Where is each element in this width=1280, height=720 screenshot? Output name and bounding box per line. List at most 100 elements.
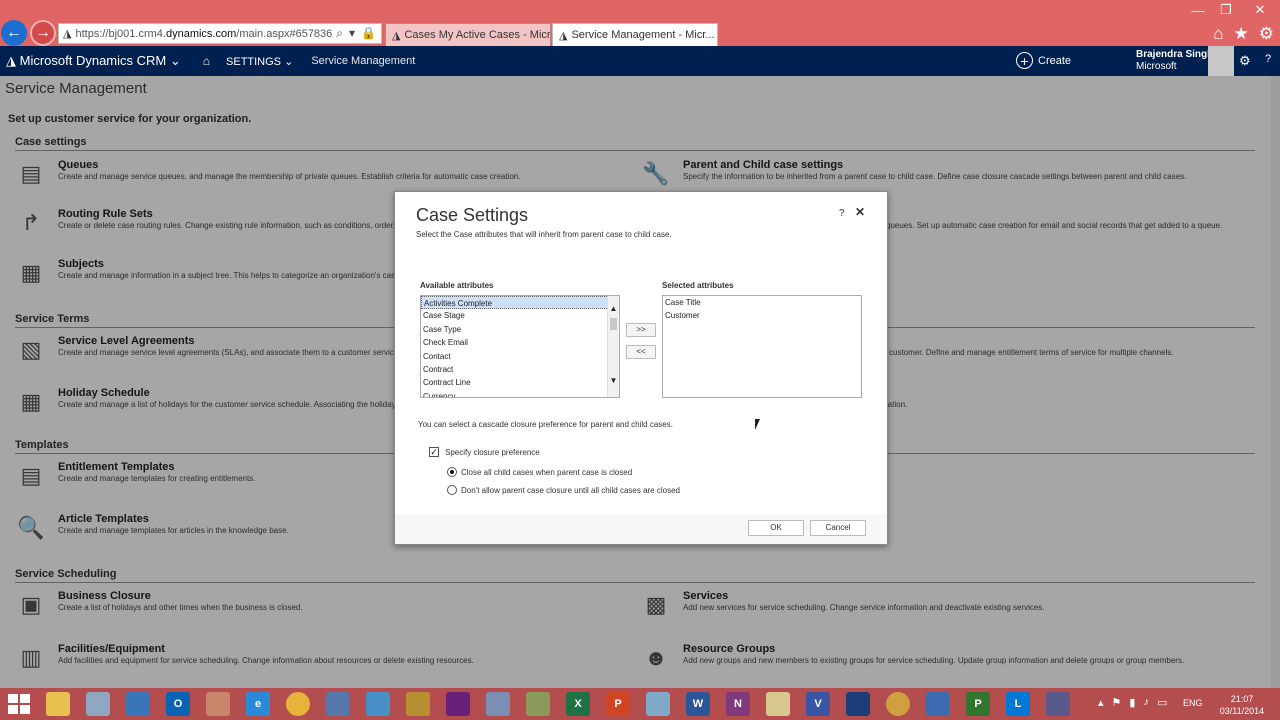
add-attribute-button[interactable]: >> — [626, 323, 656, 337]
clock[interactable]: 21:07 03/11/2014 — [1216, 693, 1268, 717]
back-arrow-icon[interactable]: ← — [1, 20, 27, 46]
list-item[interactable]: Currency — [421, 390, 619, 397]
forward-arrow-icon[interactable]: → — [30, 20, 56, 46]
address-bar[interactable]: ◮ https://bj001.crm4.dynamics.com/main.a… — [58, 23, 382, 44]
maximize-icon[interactable]: ❐ — [1212, 0, 1240, 20]
security-shield-icon[interactable] — [926, 692, 950, 716]
tab-cases-my-active[interactable]: ◮ Cases My Active Cases - Micros... — [385, 23, 551, 46]
home-icon[interactable]: ⌂ — [203, 54, 210, 68]
specify-closure-checkbox-row[interactable]: ✓ Specify closure preference — [429, 447, 540, 457]
file-explorer-icon[interactable] — [46, 692, 70, 716]
closure-option-dont-allow[interactable]: Don't allow parent case closure until al… — [447, 485, 680, 495]
list-item[interactable]: Contract — [421, 363, 619, 376]
lock-icon[interactable]: 🔒 — [361, 26, 376, 41]
specify-closure-checkbox[interactable]: ✓ — [429, 447, 439, 457]
dialog-title: Case Settings — [416, 205, 529, 225]
dynamics-logo-icon: ◮ — [559, 29, 568, 42]
browser-chrome: ← → ◮ https://bj001.crm4.dynamics.com/ma… — [0, 0, 1280, 46]
onenote-icon[interactable]: N — [726, 692, 750, 716]
ok-button[interactable]: OK — [748, 520, 804, 536]
gear-icon[interactable]: ⚙ — [1239, 53, 1251, 69]
volume-icon[interactable]: ♪ — [1143, 696, 1149, 709]
app-icon[interactable] — [846, 692, 870, 716]
project-icon[interactable]: P — [966, 692, 990, 716]
app-icon[interactable] — [1046, 692, 1070, 716]
outlook-icon[interactable]: O — [166, 692, 190, 716]
scroll-thumb[interactable] — [610, 318, 617, 330]
help-icon[interactable]: ? — [1265, 53, 1271, 65]
windows-start-icon[interactable] — [8, 694, 30, 714]
app-icon[interactable] — [526, 692, 550, 716]
chrome-canary-icon[interactable] — [886, 692, 910, 716]
scroll-up-icon[interactable]: ▲ — [608, 304, 619, 316]
tools-gear-icon[interactable]: ⚙ — [1259, 24, 1274, 44]
chrome-icon[interactable] — [286, 692, 310, 716]
app-icon[interactable] — [486, 692, 510, 716]
list-item[interactable]: Activities Complete — [421, 296, 619, 310]
app-icon[interactable] — [206, 692, 230, 716]
excel-icon[interactable]: X — [566, 692, 590, 716]
app-icon[interactable] — [766, 692, 790, 716]
dropdown-icon[interactable]: ▾ — [349, 26, 355, 41]
word-icon[interactable]: W — [686, 692, 710, 716]
crm-brand-label: Microsoft Dynamics CRM — [19, 53, 167, 68]
list-item[interactable]: Case Stage — [421, 309, 619, 322]
list-item[interactable]: Contact — [421, 350, 619, 363]
crm-brand[interactable]: ◮ Microsoft Dynamics CRM ⌄ — [0, 53, 181, 69]
powerpoint-icon[interactable]: P — [606, 692, 630, 716]
dynamics-logo-icon: ◮ — [6, 53, 20, 68]
list-item[interactable]: Check Email — [421, 336, 619, 349]
crm-nav-bar: ◮ Microsoft Dynamics CRM ⌄ ⌂ SETTINGS ⌄ … — [0, 46, 1280, 76]
url-prefix: https://bj001.crm4. — [75, 27, 166, 40]
network-signal-icon[interactable]: ▮ — [1129, 696, 1135, 709]
dialog-help-icon[interactable]: ? — [839, 208, 845, 219]
radio-label: Don't allow parent case closure until al… — [461, 485, 680, 495]
settings-menu[interactable]: SETTINGS ⌄ — [226, 55, 293, 68]
list-item[interactable]: Case Title — [663, 296, 861, 309]
avatar[interactable] — [1208, 46, 1234, 76]
dynamics-icon[interactable] — [406, 692, 430, 716]
user-info[interactable]: Brajendra Singh Microsoft — [1136, 49, 1213, 73]
lync-icon[interactable]: L — [1006, 692, 1030, 716]
visio-icon[interactable]: V — [806, 692, 830, 716]
search-icon[interactable]: ⌕ — [336, 26, 343, 41]
selected-attributes-label: Selected attributes — [662, 281, 734, 290]
minimize-icon[interactable]: — — [1184, 0, 1212, 20]
home-icon[interactable]: ⌂ — [1213, 24, 1223, 44]
breadcrumb[interactable]: Service Management — [311, 55, 415, 67]
radio-button[interactable] — [447, 467, 457, 477]
visual-studio-icon[interactable] — [446, 692, 470, 716]
scroll-down-icon[interactable]: ▼ — [608, 376, 619, 388]
favorites-star-icon[interactable]: ★ — [1234, 24, 1249, 44]
window-close-icon[interactable]: ✕ — [1240, 0, 1280, 20]
address-url: https://bj001.crm4.dynamics.com/main.asp… — [75, 28, 332, 40]
list-item[interactable]: Contract Line — [421, 376, 619, 389]
list-item[interactable]: Customer — [663, 309, 861, 322]
specify-closure-label: Specify closure preference — [445, 447, 540, 457]
remove-attribute-button[interactable]: << — [626, 345, 656, 359]
create-button[interactable]: + Create — [1016, 52, 1071, 69]
network-icon[interactable] — [326, 692, 350, 716]
list-scrollbar[interactable]: ▲ ▼ — [607, 296, 619, 397]
tab-label: Cases My Active Cases - Micros... — [404, 29, 551, 41]
closure-option-close-all[interactable]: Close all child cases when parent case i… — [447, 467, 632, 477]
create-label: Create — [1038, 54, 1072, 67]
cancel-button[interactable]: Cancel — [810, 520, 866, 536]
flag-icon[interactable]: ⚑ — [1112, 696, 1122, 709]
keyboard-icon[interactable]: ▭ — [1157, 696, 1167, 709]
selected-attributes-list[interactable]: Case Title Customer — [662, 295, 862, 398]
case-settings-dialog: Case Settings Select the Case attributes… — [394, 191, 888, 545]
user-name: Brajendra Singh — [1136, 49, 1214, 60]
tab-service-management[interactable]: ◮ Service Management - Micr... ✕ — [552, 23, 718, 46]
language-indicator[interactable]: ENG — [1183, 698, 1203, 708]
dialog-close-icon[interactable]: ✕ — [855, 205, 865, 219]
snipping-tool-icon[interactable] — [86, 692, 110, 716]
show-hidden-icons-icon[interactable]: ▴ — [1098, 696, 1104, 709]
radio-button[interactable] — [447, 485, 457, 495]
app-icon[interactable] — [646, 692, 670, 716]
remote-desktop-icon[interactable] — [126, 692, 150, 716]
list-item[interactable]: Case Type — [421, 323, 619, 336]
available-attributes-list[interactable]: Activities Complete Case Stage Case Type… — [420, 295, 620, 398]
internet-explorer-icon[interactable]: e — [246, 692, 270, 716]
app-icon[interactable] — [366, 692, 390, 716]
